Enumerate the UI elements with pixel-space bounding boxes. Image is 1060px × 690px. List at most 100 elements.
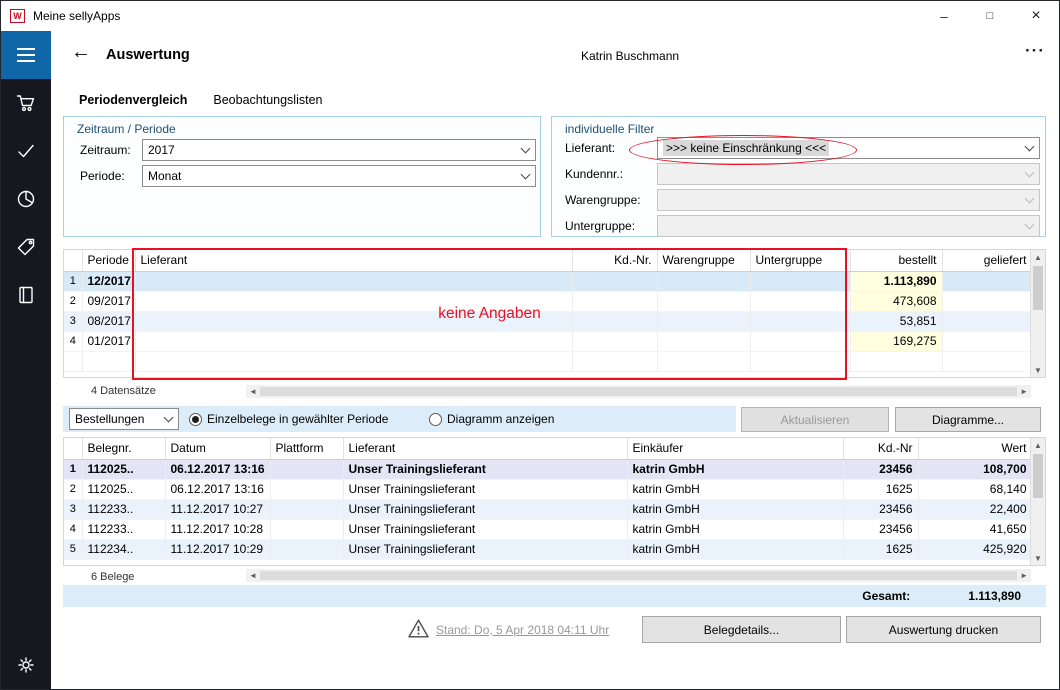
beleg-row[interactable]: 4 112233.. 11.12.2017 10:28 Unser Traini…	[64, 519, 1032, 539]
beleg-table-header-row: Belegnr. Datum Plattform Lieferant Einkä…	[64, 438, 1032, 459]
scroll-left-icon[interactable]: ◄	[249, 571, 257, 580]
untergruppe-label: Untergruppe:	[565, 219, 635, 233]
beleg-row[interactable]: 1 112025.. 06.12.2017 13:16 Unser Traini…	[64, 459, 1032, 479]
sidebar-item-tags[interactable]	[1, 223, 51, 271]
hamburger-icon	[17, 48, 35, 50]
chevron-down-icon	[520, 143, 530, 153]
col-plattform[interactable]: Plattform	[270, 438, 343, 459]
auswertung-drucken-button[interactable]: Auswertung drucken	[846, 616, 1041, 643]
groupbox-title: Zeitraum / Periode	[77, 122, 176, 136]
cell-belegnr: 112025..	[82, 459, 165, 479]
periode-select[interactable]: Monat	[142, 165, 536, 187]
col-lieferant[interactable]: Lieferant	[343, 438, 627, 459]
radio-einzelbelege[interactable]: Einzelbelege in gewählter Periode	[189, 412, 388, 426]
period-table-grid: Periode Lieferant Kd.-Nr. Warengruppe Un…	[64, 250, 1033, 372]
col-wert[interactable]: Wert	[918, 438, 1032, 459]
app-window: Meine sellyApps – □ ×	[0, 0, 1060, 690]
chevron-down-icon	[163, 412, 173, 422]
period-count-label: 4 Datensätze	[91, 385, 156, 397]
col-periode[interactable]: Periode	[82, 250, 135, 271]
hamburger-menu-button[interactable]	[1, 31, 51, 79]
tab-periodenvergleich[interactable]: Periodenvergleich	[79, 93, 187, 107]
col-einkaeufer[interactable]: Einkäufer	[627, 438, 843, 459]
user-name: Katrin Buschmann	[581, 49, 679, 63]
period-row[interactable]: 4 01/2017 169,275	[64, 331, 1032, 351]
period-row[interactable]: 2 09/2017 473,608	[64, 291, 1032, 311]
sidebar-item-settings[interactable]	[1, 647, 51, 683]
sidebar-item-cart[interactable]	[1, 79, 51, 127]
horizontal-scrollbar[interactable]: ◄ ►	[246, 385, 1031, 398]
diagramme-button[interactable]: Diagramme...	[895, 407, 1041, 432]
col-warengruppe[interactable]: Warengruppe	[657, 250, 750, 271]
period-row[interactable]: 1 12/2017 1.113,890	[64, 271, 1032, 291]
beleg-row[interactable]: 2 112025.. 06.12.2017 13:16 Unser Traini…	[64, 479, 1032, 499]
scroll-down-icon[interactable]: ▼	[1031, 363, 1045, 377]
cell-bestellt: 473,608	[850, 291, 942, 311]
sidebar-item-auswertung[interactable]	[1, 175, 51, 223]
scroll-right-icon[interactable]: ►	[1020, 387, 1028, 396]
cell-belegnr: 112234..	[82, 539, 165, 559]
col-kdnr[interactable]: Kd.-Nr	[843, 438, 918, 459]
cell-kdnr: 1625	[843, 539, 918, 559]
scroll-right-icon[interactable]: ►	[1020, 571, 1028, 580]
close-button[interactable]: ×	[1013, 1, 1059, 31]
scrollbar-thumb[interactable]	[260, 571, 1017, 580]
beleg-table-grid: Belegnr. Datum Plattform Lieferant Einkä…	[64, 438, 1033, 560]
scrollbar-thumb[interactable]	[1033, 266, 1043, 310]
maximize-button[interactable]: □	[967, 1, 1013, 31]
col-bestellt[interactable]: bestellt	[850, 250, 942, 271]
col-kdnr[interactable]: Kd.-Nr.	[572, 250, 657, 271]
check-icon	[16, 141, 36, 161]
scroll-left-icon[interactable]: ◄	[249, 387, 257, 396]
sidebar-item-catalog[interactable]	[1, 271, 51, 319]
cell-belegnr: 112233..	[82, 519, 165, 539]
col-untergruppe[interactable]: Untergruppe	[750, 250, 850, 271]
scroll-down-icon[interactable]: ▼	[1031, 551, 1045, 565]
gesamt-value: 1.113,890	[968, 589, 1021, 603]
beleg-row[interactable]: 3 112233.. 11.12.2017 10:27 Unser Traini…	[64, 499, 1032, 519]
overflow-menu-icon[interactable]: ···	[1025, 41, 1045, 61]
tab-beobachtungslisten[interactable]: Beobachtungslisten	[213, 93, 322, 107]
window-controls: – □ ×	[921, 1, 1059, 31]
tab-bar: Periodenvergleich Beobachtungslisten	[79, 93, 322, 107]
app-logo-icon	[10, 9, 25, 23]
vertical-scrollbar[interactable]: ▲ ▼	[1030, 438, 1045, 565]
zeitraum-select[interactable]: 2017	[142, 139, 536, 161]
cell-lieferant: Unser Trainingslieferant	[343, 499, 627, 519]
gear-icon	[16, 655, 36, 675]
col-belegnr[interactable]: Belegnr.	[82, 438, 165, 459]
main-content: ← Auswertung Katrin Buschmann ··· Period…	[51, 31, 1060, 690]
scrollbar-thumb[interactable]	[260, 387, 1017, 396]
cell-datum: 06.12.2017 13:16	[165, 459, 270, 479]
vertical-scrollbar[interactable]: ▲ ▼	[1030, 250, 1045, 377]
radio-diagramm[interactable]: Diagramm anzeigen	[429, 412, 554, 426]
lieferant-select[interactable]: >>> keine Einschränkung <<<	[657, 137, 1040, 159]
belegdetails-button[interactable]: Belegdetails...	[642, 616, 841, 643]
cell-wert: 68,140	[918, 479, 1032, 499]
groupbox-individuelle-filter: individuelle Filter Lieferant: >>> keine…	[551, 116, 1046, 237]
sidebar-item-tasks[interactable]	[1, 127, 51, 175]
col-datum[interactable]: Datum	[165, 438, 270, 459]
cell-wert: 425,920	[918, 539, 1032, 559]
pie-chart-icon	[16, 189, 36, 209]
beleg-row[interactable]: 5 112234.. 11.12.2017 10:29 Unser Traini…	[64, 539, 1032, 559]
period-row[interactable]: 3 08/2017 53,851	[64, 311, 1032, 331]
horizontal-scrollbar[interactable]: ◄ ►	[246, 569, 1031, 582]
cell-periode: 12/2017	[82, 271, 135, 291]
col-geliefert[interactable]: geliefert	[942, 250, 1032, 271]
chevron-down-icon	[1024, 219, 1034, 229]
col-lieferant[interactable]: Lieferant	[135, 250, 572, 271]
scroll-up-icon[interactable]: ▲	[1031, 250, 1045, 264]
scroll-up-icon[interactable]: ▲	[1031, 438, 1045, 452]
scrollbar-thumb[interactable]	[1033, 454, 1043, 498]
minimize-button[interactable]: –	[921, 1, 967, 31]
cell-datum: 11.12.2017 10:27	[165, 499, 270, 519]
radio-button-icon	[189, 413, 202, 426]
back-button[interactable]: ←	[71, 42, 91, 62]
groupbox-title: individuelle Filter	[565, 122, 654, 136]
cell-einkaeufer: katrin GmbH	[627, 479, 843, 499]
groupbox-zeitraum-periode: Zeitraum / Periode Zeitraum: 2017 Period…	[63, 116, 541, 237]
empty-row	[64, 351, 1032, 371]
warning-icon	[408, 619, 429, 641]
belegtyp-select[interactable]: Bestellungen	[69, 408, 179, 430]
